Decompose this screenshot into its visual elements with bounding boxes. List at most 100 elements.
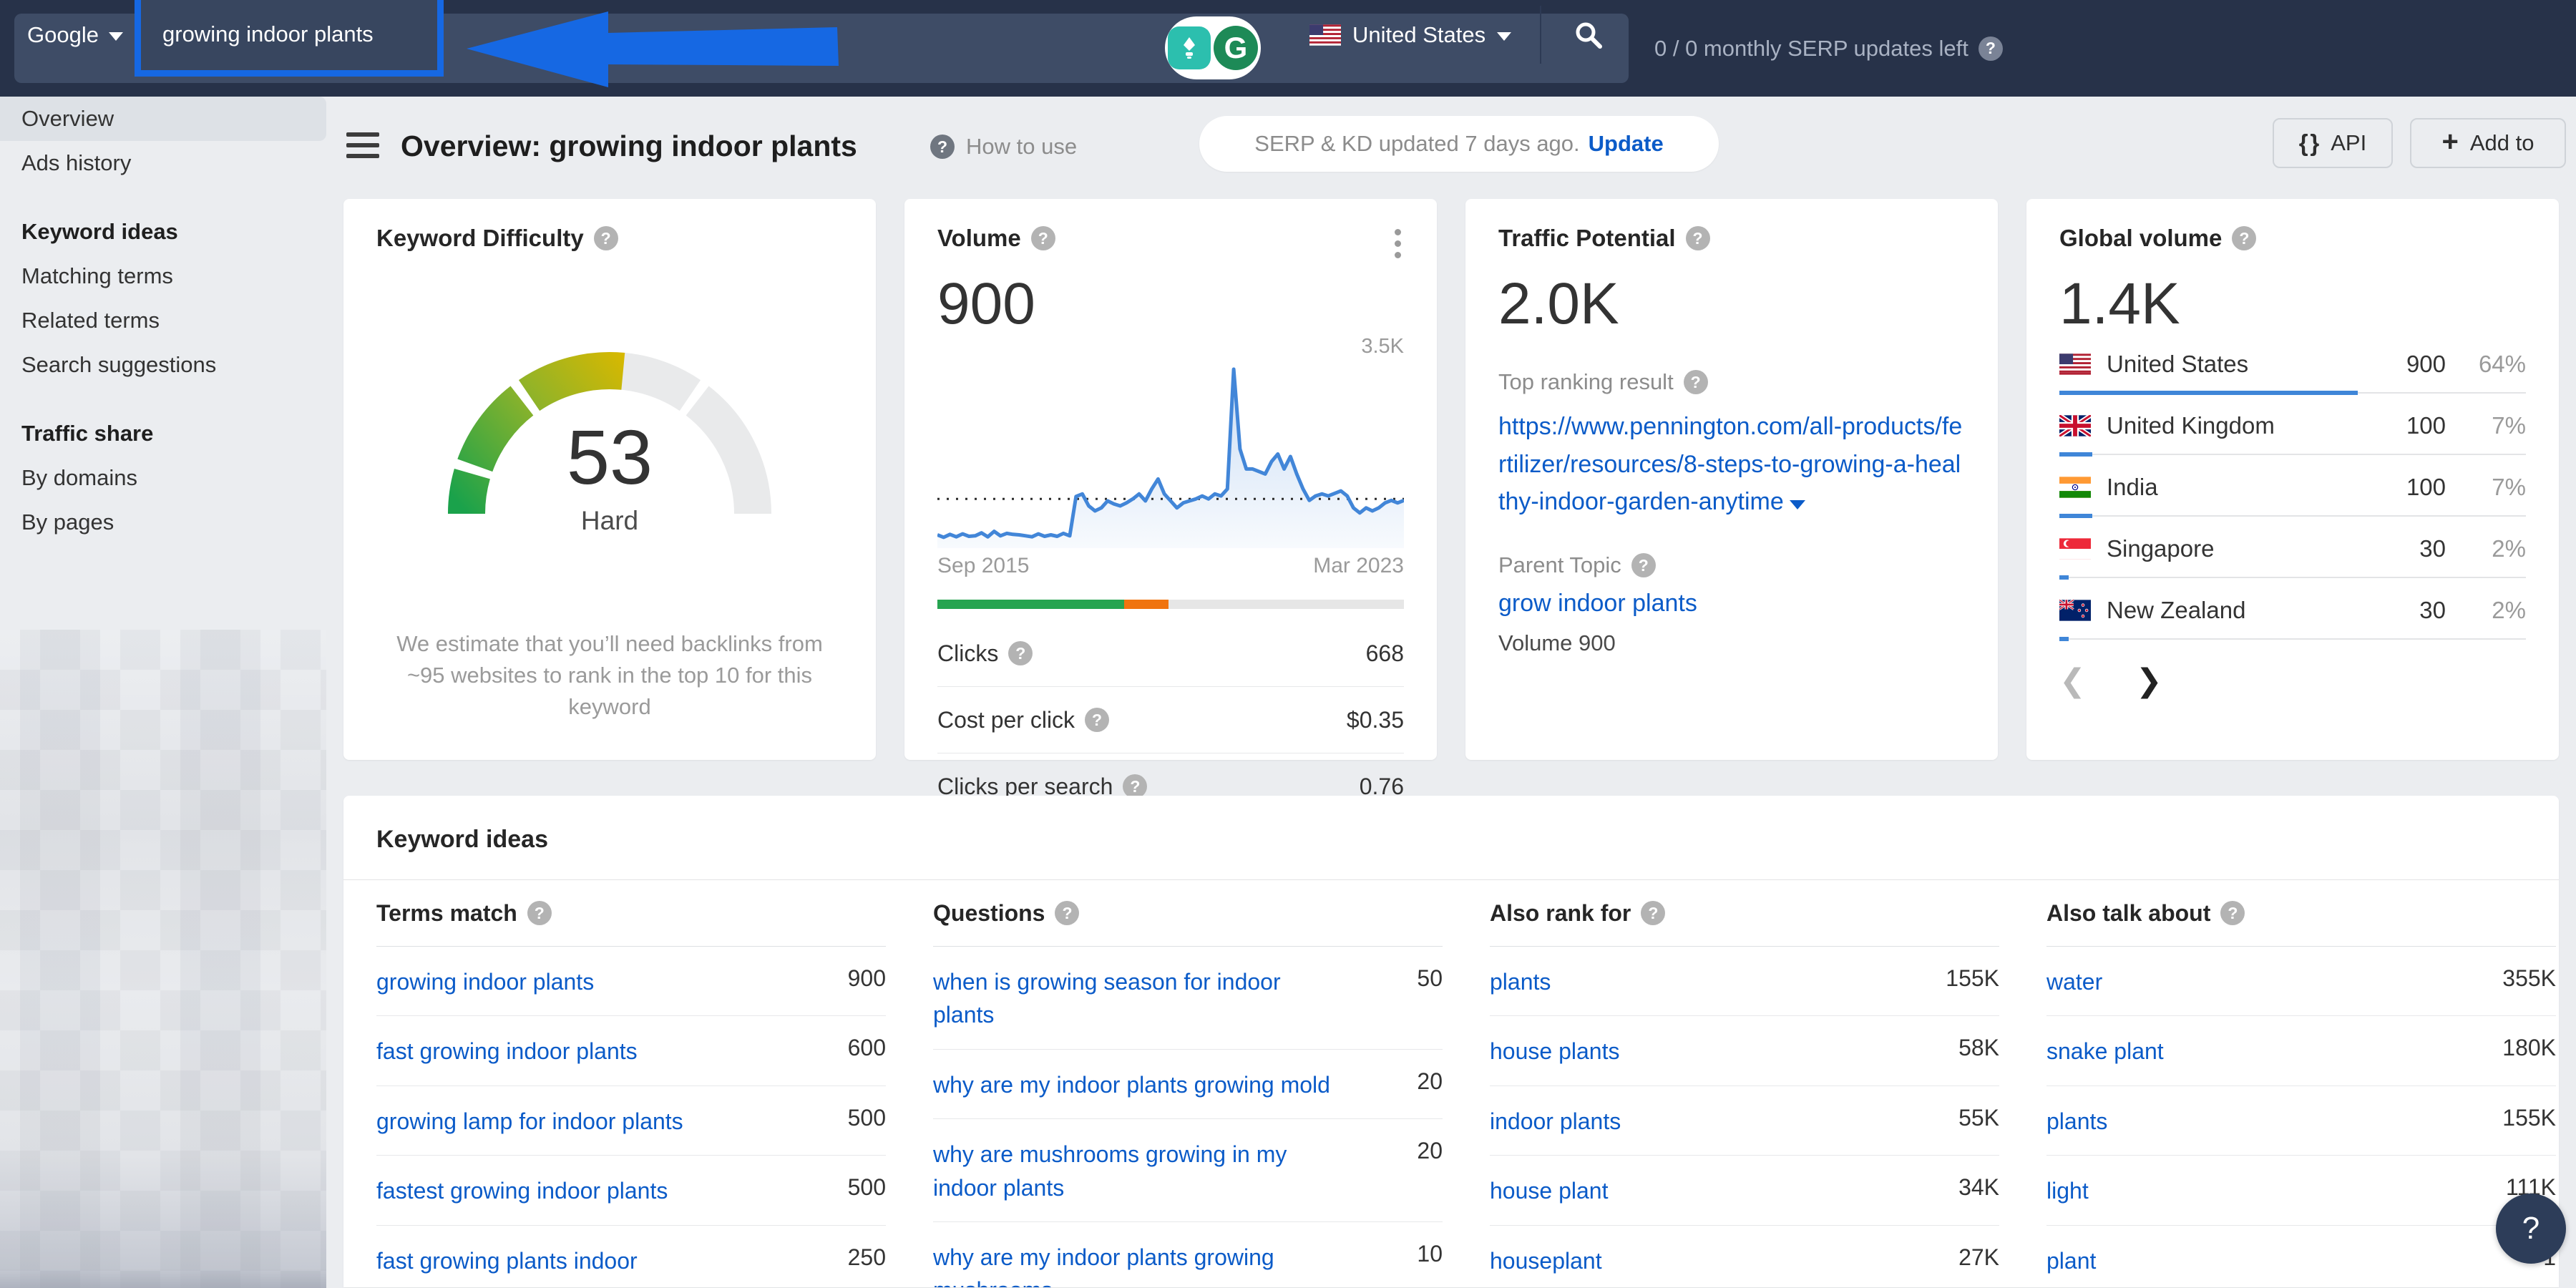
country-volume: 900 (2406, 351, 2446, 377)
country-name[interactable]: Singapore (2107, 535, 2351, 562)
hamburger-menu-icon[interactable] (346, 132, 379, 161)
sidebar-item-by-domains[interactable]: By domains (0, 456, 336, 500)
svg-text:Hard: Hard (581, 506, 638, 535)
country-selector[interactable]: United States (1297, 0, 1524, 69)
kebab-menu-icon[interactable] (1387, 229, 1408, 263)
country-volume: 100 (2406, 412, 2446, 439)
country-percent: 7% (2492, 412, 2526, 439)
search-submit-button[interactable] (1551, 0, 1626, 69)
keyword-row: when is growing season for indoor plants… (933, 947, 1443, 1049)
country-label: United States (1352, 21, 1486, 47)
floating-help-button[interactable]: ? (2496, 1194, 2566, 1264)
help-icon[interactable]: ? (1685, 226, 1710, 250)
keyword-volume: 600 (847, 1035, 886, 1061)
search-engine-dropdown[interactable]: Google (20, 0, 130, 69)
sidebar-item-by-pages[interactable]: By pages (0, 500, 336, 545)
sidebar-item-matching-terms[interactable]: Matching terms (0, 254, 336, 298)
sidebar-item-related-terms[interactable]: Related terms (0, 298, 336, 343)
help-icon[interactable]: ? (1055, 901, 1080, 925)
country-percent: 2% (2492, 535, 2526, 562)
parent-topic-link[interactable]: grow indoor plants (1498, 590, 1965, 618)
country-percent: 7% (2492, 474, 2526, 500)
volume-value: 900 (937, 271, 1035, 336)
keyword-volume: 250 (847, 1244, 886, 1270)
top-ranking-url-text: https://www.pennington.com/all-products/… (1498, 413, 1963, 516)
help-icon[interactable]: ? (1978, 36, 2003, 61)
api-button[interactable]: { } API (2273, 118, 2393, 168)
country-name[interactable]: New Zealand (2107, 597, 2351, 624)
sidebar-item-overview[interactable]: Overview (0, 97, 326, 141)
sidebar-item-ads-history[interactable]: Ads history (0, 141, 336, 185)
keyword-link[interactable]: plant (2046, 1244, 2096, 1277)
pagination-prev-icon[interactable]: ❮ (2059, 665, 2086, 697)
top-ranking-label: Top ranking result (1498, 369, 1674, 394)
volume-trend-chart (937, 365, 1405, 548)
pagination-next-icon[interactable]: ❯ (2136, 665, 2162, 697)
country-bar-fill (2059, 575, 2069, 580)
help-icon[interactable]: ? (1631, 553, 1656, 578)
country-name[interactable]: India (2107, 474, 2351, 501)
serp-update-pill: SERP & KD updated 7 days ago. Update (1199, 116, 1719, 172)
sidebar-nav: Overview Ads history Keyword ideas Matching… (0, 97, 336, 1288)
keyword-link[interactable]: houseplant (1490, 1244, 1602, 1277)
lightbulb-extension-icon[interactable] (1168, 26, 1211, 69)
help-icon[interactable]: ? (1008, 641, 1033, 665)
help-icon[interactable]: ? (1683, 370, 1708, 394)
keyword-link[interactable]: snake plant (2046, 1035, 2164, 1068)
keyword-row: why are mushrooms growing in my indoor p… (933, 1119, 1443, 1221)
help-icon[interactable]: ? (527, 901, 552, 925)
keyword-link[interactable]: when is growing season for indoor plants (933, 965, 1334, 1032)
keyword-row: fast growing indoor plants 600 (376, 1016, 886, 1085)
volume-card-title: Volume (937, 225, 1021, 251)
help-icon[interactable]: ? (1123, 774, 1148, 799)
page-header: Overview: growing indoor plants ? How to… (343, 97, 2576, 199)
us-flag-icon (2059, 353, 2091, 375)
keyword-link[interactable]: why are my indoor plants growing mushroo… (933, 1241, 1334, 1287)
keyword-link[interactable]: plants (2046, 1105, 2107, 1138)
keyword-row: growing indoor plants 900 (376, 947, 886, 1015)
keyword-link[interactable]: fast growing indoor plants (376, 1035, 638, 1068)
keyword-link[interactable]: why are my indoor plants growing mold (933, 1068, 1330, 1101)
keyword-link[interactable]: water (2046, 965, 2102, 998)
country-row: New Zealand 30 2% (2059, 588, 2526, 650)
keyword-volume: 20 (1417, 1068, 1443, 1094)
metric-label: Cost per click (937, 706, 1075, 733)
keyword-volume: 180K (2502, 1035, 2556, 1061)
country-name[interactable]: United Kingdom (2107, 412, 2351, 439)
help-icon[interactable]: ? (2220, 901, 2245, 925)
keyword-link[interactable]: house plant (1490, 1174, 1608, 1207)
help-icon[interactable]: ? (593, 226, 618, 250)
keyword-link[interactable]: growing lamp for indoor plants (376, 1105, 683, 1138)
keyword-row: snake plant 180K (2046, 1016, 2556, 1085)
grammarly-extension-icon[interactable]: G (1214, 26, 1258, 70)
top-ranking-url-link[interactable]: https://www.pennington.com/all-products/… (1498, 408, 1965, 521)
keyword-link[interactable]: light (2046, 1174, 2089, 1207)
svg-text:53: 53 (567, 414, 653, 500)
nz-flag-icon (2059, 600, 2091, 621)
keyword-search-input[interactable]: growing indoor plants (135, 0, 444, 77)
country-volume: 100 (2406, 474, 2446, 500)
keyword-link[interactable]: plants (1490, 965, 1551, 998)
keyword-link[interactable]: house plants (1490, 1035, 1619, 1068)
help-icon[interactable]: ? (1641, 901, 1666, 925)
add-to-button[interactable]: + Add to (2410, 118, 2566, 168)
keyword-link[interactable]: growing indoor plants (376, 965, 594, 998)
browser-extensions-pill: G (1165, 16, 1261, 79)
update-button[interactable]: Update (1589, 131, 1664, 157)
sidebar-item-search-suggestions[interactable]: Search suggestions (0, 343, 336, 387)
page-title: Overview: growing indoor plants (401, 130, 857, 162)
how-to-use-link[interactable]: ? How to use (930, 134, 1077, 160)
keyword-link[interactable]: fast growing plants indoor (376, 1244, 638, 1277)
help-icon[interactable]: ? (1085, 708, 1110, 732)
country-name[interactable]: United States (2107, 351, 2351, 378)
column-header: Questions (933, 899, 1045, 926)
divider (937, 686, 1404, 687)
help-icon[interactable]: ? (2232, 226, 2257, 250)
country-bar-fill (2059, 514, 2092, 518)
chart-ymax-label: 3.5K (1361, 335, 1404, 358)
keyword-link[interactable]: why are mushrooms growing in my indoor p… (933, 1138, 1334, 1204)
keyword-link[interactable]: indoor plants (1490, 1105, 1621, 1138)
keyword-link[interactable]: fastest growing indoor plants (376, 1174, 668, 1207)
help-icon[interactable]: ? (1030, 226, 1055, 250)
country-bar-track (2059, 454, 2526, 455)
